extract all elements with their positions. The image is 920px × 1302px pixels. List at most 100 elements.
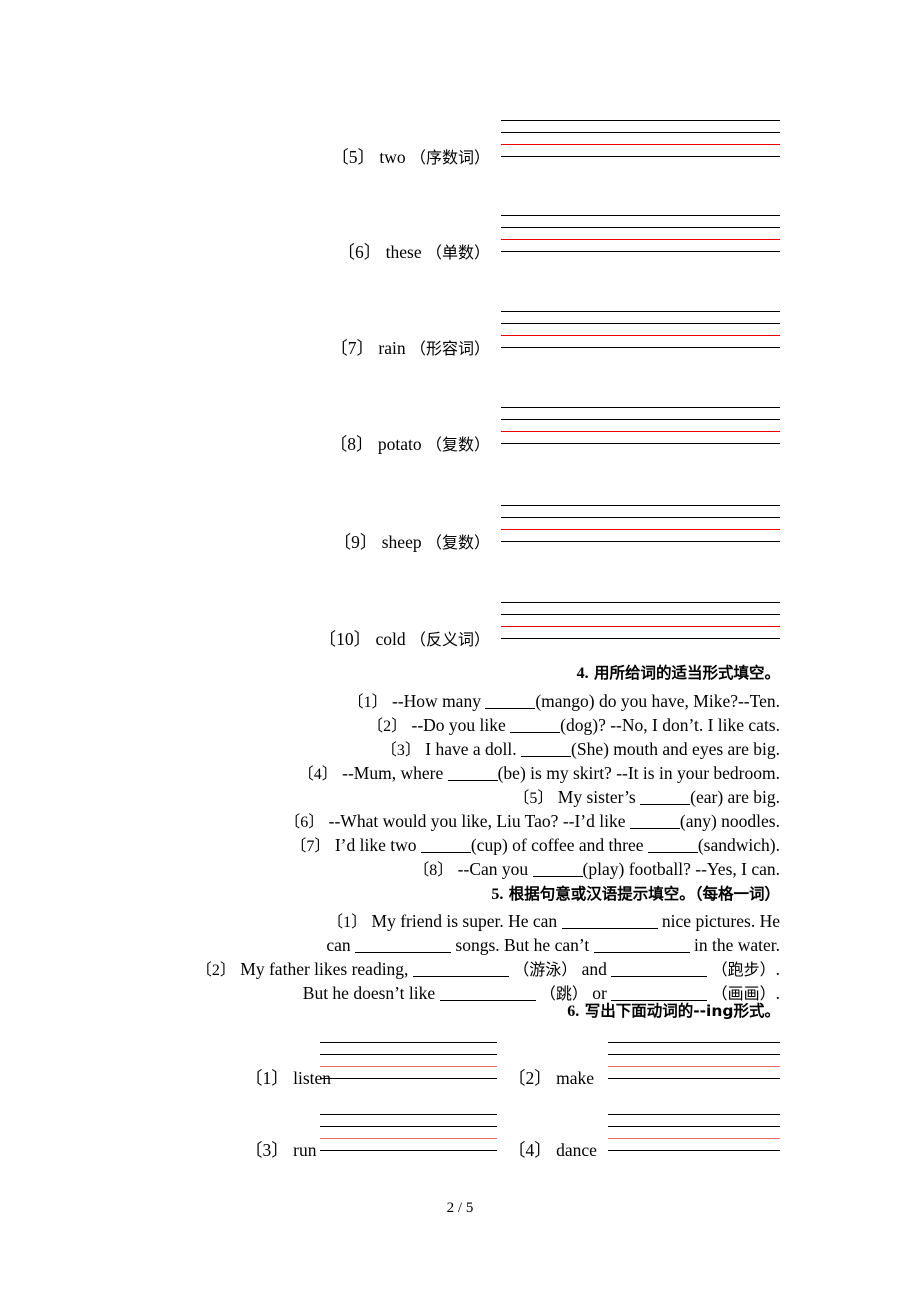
word-form-label: 〔6〕 these （单数） <box>338 242 490 263</box>
question-text-c: . <box>775 983 780 1003</box>
guide-line-upper-mid <box>501 227 780 228</box>
answer-blank[interactable] <box>532 862 583 877</box>
section-5-question-cont: can songs. But he can’t in the water. <box>60 934 780 956</box>
question-text-a: But he doesn’t like <box>302 983 436 1003</box>
item-index: 〔9〕 <box>333 532 378 552</box>
section-4-question: 〔8〕 --Can you (play) football? --Yes, I … <box>60 858 780 882</box>
guide-line-bottom <box>608 1150 780 1151</box>
word-form-label: 〔10〕 cold （反义词） <box>319 629 490 650</box>
item-index: 〔7〕 <box>330 338 375 358</box>
section-4-question: 〔1〕 --How many (mango) do you have, Mike… <box>60 690 780 714</box>
chinese-hint: （游泳） <box>513 960 578 979</box>
question-text-after: (play) football? --Yes, I can. <box>582 859 780 879</box>
word-form-label: 〔9〕 sheep （复数） <box>334 532 490 553</box>
question-text-b: songs. But he can’t <box>455 935 590 955</box>
word-form-item: 〔6〕 these （单数） <box>0 201 920 263</box>
guide-line-red-baseline <box>608 1138 780 1139</box>
question-text-middle: (cup) of coffee and three <box>470 835 644 855</box>
item-index: 〔10〕 <box>318 629 372 649</box>
answer-blank[interactable] <box>447 766 498 781</box>
guide-line-bottom <box>501 638 780 639</box>
guide-line-bottom <box>501 156 780 157</box>
question-text-b: nice pictures. He <box>661 911 780 931</box>
question-index: 〔3〕 <box>380 742 421 759</box>
four-line-writing-guide[interactable] <box>501 118 780 168</box>
four-line-writing-guide[interactable] <box>501 600 780 650</box>
guide-line-red-baseline <box>501 529 780 530</box>
question-index: 〔5〕 <box>513 790 554 807</box>
guide-line-upper-mid <box>501 614 780 615</box>
section-5-heading: 5. 根据句意或汉语提示填空。（每格一词） <box>140 884 780 905</box>
four-line-writing-guide[interactable] <box>608 1110 780 1160</box>
question-index: 〔2〕 <box>195 962 236 979</box>
four-line-writing-guide[interactable] <box>608 1038 780 1088</box>
guide-line-top <box>501 505 780 506</box>
question-text-before: --Mum, where <box>342 763 444 783</box>
question-text-a: My friend is super. He can <box>371 911 558 931</box>
guide-line-bottom <box>608 1078 780 1079</box>
guide-line-red-baseline <box>501 239 780 240</box>
ing-form-label: 〔2〕 make <box>508 1068 594 1088</box>
item-hint: （单数） <box>425 243 490 262</box>
word-form-item: 〔7〕 rain （形容词） <box>0 297 920 359</box>
answer-blank[interactable] <box>647 838 698 853</box>
answer-blank[interactable] <box>420 838 471 853</box>
four-line-writing-guide[interactable] <box>501 213 780 263</box>
section-4-heading: 4. 用所给词的适当形式填空。 <box>140 663 780 684</box>
item-hint: （复数） <box>425 533 490 552</box>
question-index: 〔8〕 <box>413 862 454 879</box>
answer-blank[interactable] <box>593 938 690 953</box>
word-form-label: 〔5〕 two （序数词） <box>331 147 490 168</box>
item-word: make <box>556 1068 595 1088</box>
four-line-writing-guide[interactable] <box>501 309 780 359</box>
answer-blank[interactable] <box>561 914 658 929</box>
answer-blank[interactable] <box>355 938 452 953</box>
answer-blank[interactable] <box>412 962 509 977</box>
answer-blank[interactable] <box>611 962 708 977</box>
answer-blank[interactable] <box>485 694 536 709</box>
answer-blank[interactable] <box>611 986 708 1001</box>
item-index: 〔1〕 <box>245 1068 289 1088</box>
ing-form-label: 〔4〕 dance <box>508 1140 597 1160</box>
question-index: 〔6〕 <box>284 814 325 831</box>
item-index: 〔8〕 <box>329 434 374 454</box>
chinese-hint: （跑步） <box>711 960 776 979</box>
question-text-before: --Do you like <box>411 715 506 735</box>
section-6-title: 写出下面动词的--ing形式。 <box>584 1002 780 1020</box>
question-text-b: and <box>581 959 607 979</box>
answer-blank[interactable] <box>629 814 680 829</box>
item-index: 〔5〕 <box>331 147 375 167</box>
word-form-item: 〔10〕 cold （反义词） <box>0 588 920 650</box>
word-form-item: 〔9〕 sheep （复数） <box>0 491 920 553</box>
answer-blank[interactable] <box>439 986 536 1001</box>
item-word: dance <box>556 1140 597 1160</box>
guide-line-bottom <box>501 443 780 444</box>
item-word: run <box>293 1140 317 1160</box>
question-text-before: I have a doll. <box>425 739 517 759</box>
question-index: 〔1〕 <box>347 694 388 711</box>
answer-blank[interactable] <box>510 718 561 733</box>
guide-line-top <box>501 407 780 408</box>
guide-line-bottom <box>501 251 780 252</box>
section-5-title: 根据句意或汉语提示填空。（每格一词） <box>508 885 780 903</box>
answer-blank[interactable] <box>640 790 691 805</box>
item-word: rain <box>378 338 406 358</box>
question-text-after: (She) mouth and eyes are big. <box>571 739 780 759</box>
four-line-writing-guide[interactable] <box>501 503 780 553</box>
question-text-after: (ear) are big. <box>690 787 780 807</box>
guide-line-top <box>501 311 780 312</box>
section-4-title: 用所给词的适当形式填空。 <box>593 664 780 682</box>
guide-line-red-baseline <box>501 144 780 145</box>
ing-form-label: 〔3〕 run <box>245 1140 316 1160</box>
section-6-number: 6. <box>567 1003 580 1020</box>
guide-line-red-baseline <box>501 335 780 336</box>
ing-form-label: 〔1〕 listen <box>245 1068 331 1088</box>
question-text-a: can <box>326 935 351 955</box>
item-index: 〔4〕 <box>508 1140 552 1160</box>
section-4-number: 4. <box>576 665 589 682</box>
question-index: 〔4〕 <box>297 766 338 783</box>
question-text-c: in the water. <box>693 935 780 955</box>
section-4-question: 〔3〕 I have a doll. (She) mouth and eyes … <box>60 738 780 762</box>
four-line-writing-guide[interactable] <box>501 405 780 455</box>
answer-blank[interactable] <box>521 742 572 757</box>
